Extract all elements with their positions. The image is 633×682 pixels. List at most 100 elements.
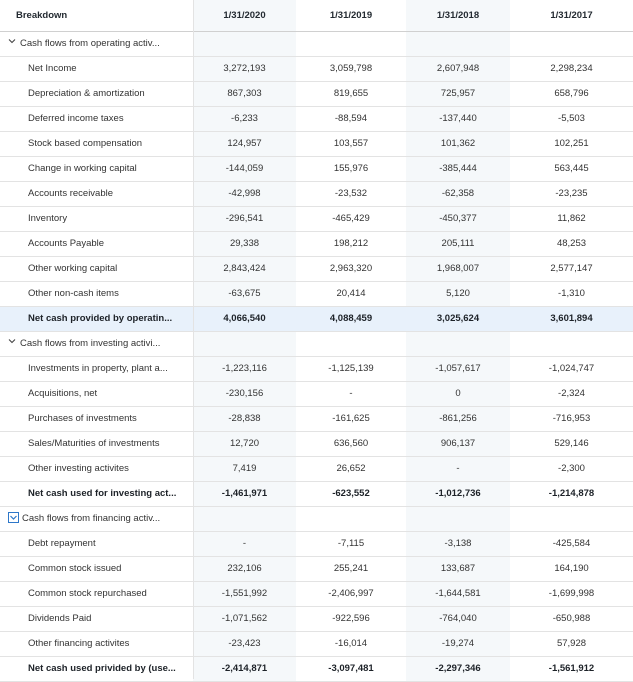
column-divider <box>193 0 194 679</box>
column-header-1[interactable]: 1/31/2020 <box>193 0 296 32</box>
value-cell: -3,138 <box>406 532 510 557</box>
column-header-3[interactable]: 1/31/2018 <box>406 0 510 32</box>
value-cell: 4,066,540 <box>193 307 296 332</box>
cash-flow-table: Breakdown 1/31/2020 1/31/2019 1/31/2018 … <box>0 0 633 682</box>
value-cell: 2,577,147 <box>510 257 633 282</box>
section-toggle[interactable]: Cash flows from investing activi... <box>0 332 193 357</box>
value-cell: -230,156 <box>193 382 296 407</box>
value-cell: -19,274 <box>406 632 510 657</box>
value-cell: -6,233 <box>193 107 296 132</box>
row-label: Other working capital <box>0 257 193 282</box>
row-label: Accounts Payable <box>0 232 193 257</box>
value-cell <box>406 332 510 357</box>
row-label: Depreciation & amortization <box>0 82 193 107</box>
value-cell: -450,377 <box>406 207 510 232</box>
value-cell: -1,699,998 <box>510 582 633 607</box>
value-cell: 636,560 <box>296 432 406 457</box>
value-cell: 48,253 <box>510 232 633 257</box>
value-cell: 102,251 <box>510 132 633 157</box>
value-cell: -2,414,871 <box>193 657 296 682</box>
chevron-down-icon[interactable] <box>8 37 16 45</box>
row-label-text: Purchases of investments <box>28 413 137 424</box>
value-cell: -1,461,971 <box>193 482 296 507</box>
column-header-2[interactable]: 1/31/2019 <box>296 0 406 32</box>
row-label: Debt repayment <box>0 532 193 557</box>
value-cell: -3,097,481 <box>296 657 406 682</box>
row-label-text: Deferred income taxes <box>28 113 124 124</box>
value-cell: -88,594 <box>296 107 406 132</box>
value-cell: 2,607,948 <box>406 57 510 82</box>
row-label-text: Investments in property, plant a... <box>28 363 168 374</box>
value-cell: -63,675 <box>193 282 296 307</box>
row-label-text: Other investing activites <box>28 463 129 474</box>
value-cell: 255,241 <box>296 557 406 582</box>
value-cell: 2,963,320 <box>296 257 406 282</box>
row-label-text: Net Income <box>28 63 77 74</box>
value-cell: 232,106 <box>193 557 296 582</box>
value-cell: 164,190 <box>510 557 633 582</box>
value-cell: 5,120 <box>406 282 510 307</box>
row-label-text: Inventory <box>28 213 68 224</box>
value-cell <box>296 332 406 357</box>
row-label: Net Income <box>0 57 193 82</box>
row-label-text: Other non-cash items <box>28 288 119 299</box>
value-cell <box>193 32 296 57</box>
value-cell <box>510 32 633 57</box>
row-label: Net cash provided by operatin... <box>0 307 193 332</box>
value-cell: 7,419 <box>193 457 296 482</box>
value-cell: -650,988 <box>510 607 633 632</box>
section-toggle[interactable]: Cash flows from operating activ... <box>0 32 193 57</box>
section-toggle[interactable]: Cash flows from financing activ... <box>0 507 193 532</box>
chevron-down-icon[interactable] <box>8 337 16 345</box>
value-cell: -161,625 <box>296 407 406 432</box>
value-cell: -7,115 <box>296 532 406 557</box>
row-label: Other financing activites <box>0 632 193 657</box>
column-header-4[interactable]: 1/31/2017 <box>510 0 633 32</box>
value-cell: -5,503 <box>510 107 633 132</box>
cash-flow-table-container: Breakdown 1/31/2020 1/31/2019 1/31/2018 … <box>0 0 633 682</box>
row-label-text: Acquisitions, net <box>28 388 98 399</box>
value-cell: -716,953 <box>510 407 633 432</box>
row-label: Deferred income taxes <box>0 107 193 132</box>
row-label-text: Depreciation & amortization <box>28 88 145 99</box>
row-label-text: Cash flows from financing activ... <box>22 513 161 524</box>
value-cell: 198,212 <box>296 232 406 257</box>
value-cell: 4,088,459 <box>296 307 406 332</box>
value-cell: 725,957 <box>406 82 510 107</box>
row-label: Common stock repurchased <box>0 582 193 607</box>
value-cell: 1,968,007 <box>406 257 510 282</box>
checkbox-chevron-icon[interactable] <box>8 511 19 523</box>
row-label-text: Accounts receivable <box>28 188 114 199</box>
value-cell: -1,012,736 <box>406 482 510 507</box>
row-label-text: Net cash provided by operatin... <box>28 313 173 324</box>
value-cell: 124,957 <box>193 132 296 157</box>
value-cell: -1,125,139 <box>296 357 406 382</box>
row-label-text: Common stock issued <box>28 563 122 574</box>
value-cell: -861,256 <box>406 407 510 432</box>
value-cell: 906,137 <box>406 432 510 457</box>
row-label: Purchases of investments <box>0 407 193 432</box>
value-cell: 3,025,624 <box>406 307 510 332</box>
value-cell: - <box>296 382 406 407</box>
value-cell: -23,532 <box>296 182 406 207</box>
value-cell: -296,541 <box>193 207 296 232</box>
value-cell: 20,414 <box>296 282 406 307</box>
row-label-text: Dividends Paid <box>28 613 92 624</box>
value-cell: -1,310 <box>510 282 633 307</box>
value-cell: 3,272,193 <box>193 57 296 82</box>
value-cell: -1,644,581 <box>406 582 510 607</box>
row-label-text: Net cash used privided by (use... <box>28 663 176 674</box>
row-label: Acquisitions, net <box>0 382 193 407</box>
value-cell: 101,362 <box>406 132 510 157</box>
value-cell: 563,445 <box>510 157 633 182</box>
row-label-text: Change in working capital <box>28 163 137 174</box>
value-cell: 0 <box>406 382 510 407</box>
value-cell: 658,796 <box>510 82 633 107</box>
value-cell <box>510 507 633 532</box>
value-cell: 12,720 <box>193 432 296 457</box>
row-label: Common stock issued <box>0 557 193 582</box>
value-cell <box>193 332 296 357</box>
value-cell: -2,406,997 <box>296 582 406 607</box>
value-cell: 2,843,424 <box>193 257 296 282</box>
row-label: Dividends Paid <box>0 607 193 632</box>
